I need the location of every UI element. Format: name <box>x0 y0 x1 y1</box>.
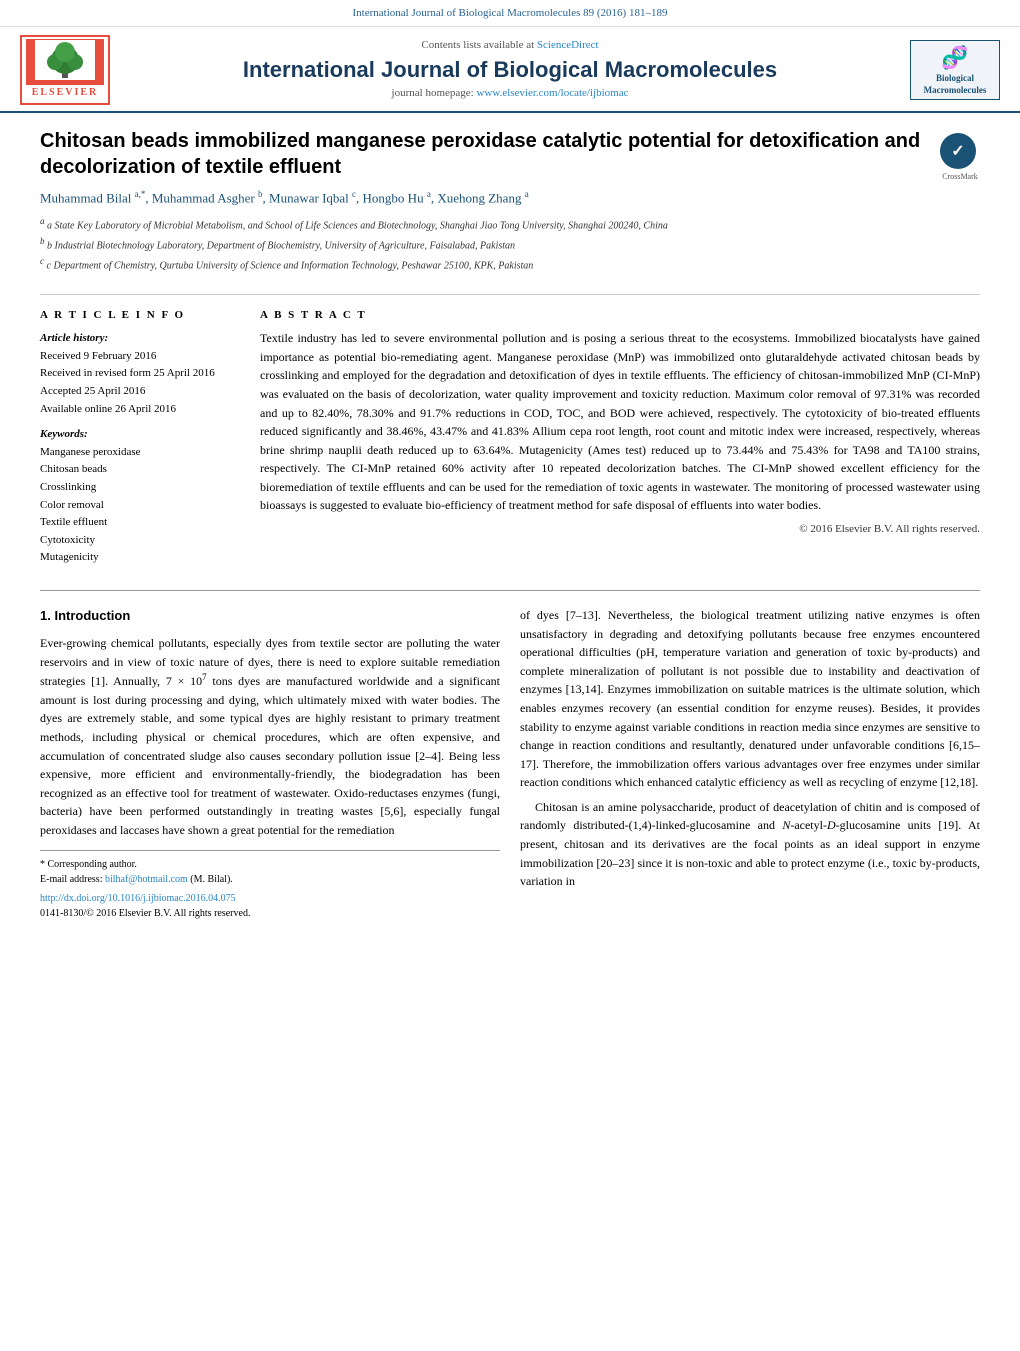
email-name: (M. Bilal). <box>190 874 233 885</box>
elsevier-logo: ELSEVIER <box>20 35 110 106</box>
bio-logo-title: BiologicalMacromolecules <box>914 73 996 96</box>
email-line: E-mail address: bilhaf@hotmail.com (M. B… <box>40 872 500 887</box>
contents-label: Contents lists available at <box>421 39 536 51</box>
affiliations: a a State Key Laboratory of Microbial Me… <box>40 215 930 274</box>
abstract-section: A B S T R A C T Textile industry has led… <box>260 307 980 538</box>
elsevier-logo-top <box>26 39 104 85</box>
keyword-1: Manganese peroxidase <box>40 444 240 462</box>
article-history-label: Article history: <box>40 330 240 348</box>
email-link[interactable]: bilhaf@hotmail.com <box>105 874 188 885</box>
affiliation-b: b b Industrial Biotechnology Laboratory,… <box>40 235 930 253</box>
authors-line: Muhammad Bilal a,*, Muhammad Asgher b, M… <box>40 188 930 208</box>
journal-homepage: journal homepage: www.elsevier.com/locat… <box>130 86 890 102</box>
received-date: Received 9 February 2016 <box>40 348 240 366</box>
elsevier-wordmark: ELSEVIER <box>26 85 104 102</box>
body-text-col1: Ever-growing chemical pollutants, especi… <box>40 634 500 840</box>
keyword-2: Chitosan beads <box>40 461 240 479</box>
elsevier-logo-box: ELSEVIER <box>20 35 110 106</box>
keywords-label: Keywords: <box>40 426 240 444</box>
available-date: Available online 26 April 2016 <box>40 401 240 419</box>
abstract-header: A B S T R A C T <box>260 307 980 324</box>
crossmark-icon: ✓ CrossMark <box>940 133 980 183</box>
article-info-column: A R T I C L E I N F O Article history: R… <box>40 307 240 575</box>
article-info-abstract-row: A R T I C L E I N F O Article history: R… <box>40 307 980 575</box>
article-info-header: A R T I C L E I N F O <box>40 307 240 325</box>
sciencedirect-link[interactable]: ScienceDirect <box>537 39 599 51</box>
homepage-link[interactable]: www.elsevier.com/locate/ijbiomac <box>476 87 628 99</box>
article-history: Article history: Received 9 February 201… <box>40 330 240 418</box>
contents-line: Contents lists available at ScienceDirec… <box>130 38 890 54</box>
keywords-section: Keywords: Manganese peroxidase Chitosan … <box>40 426 240 567</box>
article-content: Chitosan beads immobilized manganese per… <box>0 113 1020 940</box>
affiliation-a: a a State Key Laboratory of Microbial Me… <box>40 215 930 233</box>
journal-title: International Journal of Biological Macr… <box>130 57 890 83</box>
introduction-section: 1. Introduction Ever-growing chemical po… <box>40 606 980 921</box>
keyword-6: Cytotoxicity <box>40 532 240 550</box>
intro-para-2: of dyes [7–13]. Nevertheless, the biolog… <box>520 606 980 792</box>
abstract-column: A B S T R A C T Textile industry has led… <box>260 307 980 575</box>
journal-center: Contents lists available at ScienceDirec… <box>110 38 910 102</box>
crossmark-circle: ✓ <box>940 133 976 169</box>
accepted-date: Accepted 25 April 2016 <box>40 383 240 401</box>
keyword-5: Textile effluent <box>40 514 240 532</box>
footnote-section: * Corresponding author. E-mail address: … <box>40 850 500 921</box>
journal-citation-text: International Journal of Biological Macr… <box>353 7 668 19</box>
homepage-label: journal homepage: <box>392 87 477 99</box>
journal-citation-banner: International Journal of Biological Macr… <box>0 0 1020 27</box>
bio-logo-box: 🧬 BiologicalMacromolecules <box>910 40 1000 100</box>
revised-date: Received in revised form 25 April 2016 <box>40 365 240 383</box>
corresponding-label: * Corresponding author. <box>40 857 500 872</box>
keywords-list: Manganese peroxidase Chitosan beads Cros… <box>40 444 240 567</box>
keyword-7: Mutagenicity <box>40 549 240 567</box>
page-wrapper: International Journal of Biological Macr… <box>0 0 1020 941</box>
journal-logo-right: 🧬 BiologicalMacromolecules <box>910 40 1000 100</box>
affiliation-c: c c Department of Chemistry, Qurtuba Uni… <box>40 255 930 273</box>
body-col-left: 1. Introduction Ever-growing chemical po… <box>40 606 500 921</box>
elsevier-tree-icon <box>35 40 95 80</box>
email-label: E-mail address: <box>40 874 105 885</box>
doi-link[interactable]: http://dx.doi.org/10.1016/j.ijbiomac.201… <box>40 893 236 904</box>
body-col-right: of dyes [7–13]. Nevertheless, the biolog… <box>520 606 980 921</box>
article-info-section: A R T I C L E I N F O Article history: R… <box>40 307 240 567</box>
section-heading-intro: 1. Introduction <box>40 606 500 626</box>
body-text-col2: of dyes [7–13]. Nevertheless, the biolog… <box>520 606 980 891</box>
section-divider <box>40 590 980 591</box>
crossmark-label: CrossMark <box>940 171 980 183</box>
copyright-line: © 2016 Elsevier B.V. All rights reserved… <box>260 521 980 538</box>
intro-para-3: Chitosan is an amine polysaccharide, pro… <box>520 798 980 891</box>
issn-line: 0141-8130/© 2016 Elsevier B.V. All right… <box>40 906 500 921</box>
article-title-text: Chitosan beads immobilized manganese per… <box>40 128 930 285</box>
article-title-section: Chitosan beads immobilized manganese per… <box>40 128 980 294</box>
abstract-text: Textile industry has led to severe envir… <box>260 329 980 515</box>
keyword-4: Color removal <box>40 497 240 515</box>
intro-para-1: Ever-growing chemical pollutants, especi… <box>40 634 500 840</box>
article-title: Chitosan beads immobilized manganese per… <box>40 128 930 180</box>
keyword-3: Crosslinking <box>40 479 240 497</box>
journal-header: ELSEVIER Contents lists available at Sci… <box>0 27 1020 114</box>
